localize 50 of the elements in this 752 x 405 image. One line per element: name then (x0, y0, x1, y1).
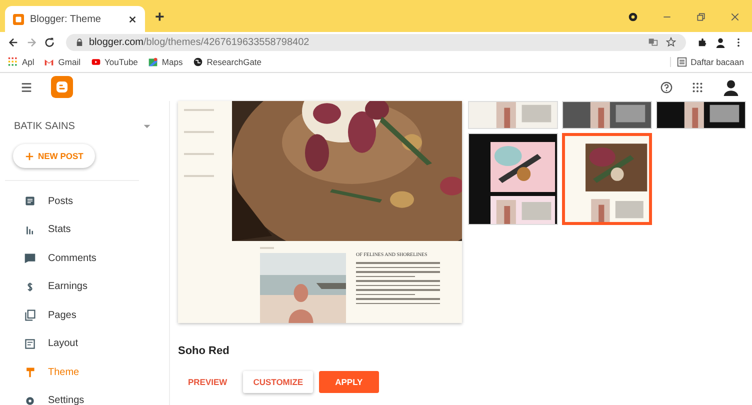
apps-grid-icon[interactable] (8, 57, 18, 67)
apps-grid-icon[interactable] (691, 80, 704, 94)
mail-icon[interactable] (44, 57, 54, 67)
paint-roller-icon[interactable] (24, 366, 36, 378)
close-icon[interactable] (128, 14, 137, 24)
sidebar-item[interactable]: Layout (0, 330, 169, 358)
blog-name[interactable]: BATIK SAINS (14, 121, 75, 132)
browser-tab[interactable]: Blogger: Theme (5, 6, 145, 32)
bookmark-link[interactable]: Gmail (44, 57, 80, 67)
blogger-icon (13, 14, 24, 24)
bookmark-link[interactable]: YouTube (90, 57, 138, 67)
bookmark-link[interactable]: Apl (8, 57, 34, 67)
sidebar-item[interactable]: Posts (0, 187, 169, 216)
menu-icon[interactable] (20, 80, 33, 94)
reading-list-link[interactable]: Daftar bacaan (670, 57, 744, 67)
address-bar[interactable]: blogger.com/blog/themes/4267619633558798402 (66, 34, 686, 50)
bookmark-link[interactable]: Maps (148, 57, 183, 67)
back-icon[interactable] (8, 36, 19, 48)
sidebar-item[interactable]: Comments (0, 244, 169, 272)
map-icon[interactable] (148, 57, 158, 67)
reading-list-icon[interactable] (676, 57, 687, 67)
sidebar-item[interactable]: Earnings (0, 272, 169, 301)
star-icon[interactable] (666, 37, 676, 47)
bar-chart-icon[interactable] (24, 224, 36, 236)
avatar-icon[interactable] (715, 36, 726, 48)
layout-icon[interactable] (24, 338, 36, 350)
avatar-icon[interactable] (722, 78, 740, 96)
caret-icon[interactable] (143, 124, 151, 129)
theme-name: Soho Red (178, 345, 230, 357)
new-tab-button[interactable]: + (155, 9, 164, 27)
translate-icon[interactable] (648, 37, 658, 47)
pages-icon[interactable] (24, 309, 36, 322)
sidebar-item[interactable]: Settings (0, 386, 169, 405)
globe-icon[interactable] (192, 57, 203, 67)
comment-icon[interactable] (24, 252, 36, 264)
plus-icon[interactable] (25, 152, 34, 160)
puzzle-icon[interactable] (697, 36, 708, 48)
restore-icon[interactable] (696, 12, 706, 22)
bookmark-link[interactable]: ResearchGate (192, 57, 262, 67)
sidebar-item[interactable]: Stats (0, 216, 169, 244)
sidebar-item[interactable]: Pages (0, 301, 169, 330)
play-icon[interactable] (90, 57, 100, 67)
document-icon[interactable] (24, 195, 36, 208)
help-icon[interactable] (660, 80, 673, 94)
lock-icon (76, 38, 83, 46)
close-icon[interactable] (730, 12, 740, 22)
theme-action-button[interactable]: CUSTOMIZE (243, 371, 314, 393)
reload-icon[interactable] (44, 36, 55, 48)
blogger-logo[interactable] (51, 76, 73, 98)
record-icon[interactable] (628, 12, 638, 22)
